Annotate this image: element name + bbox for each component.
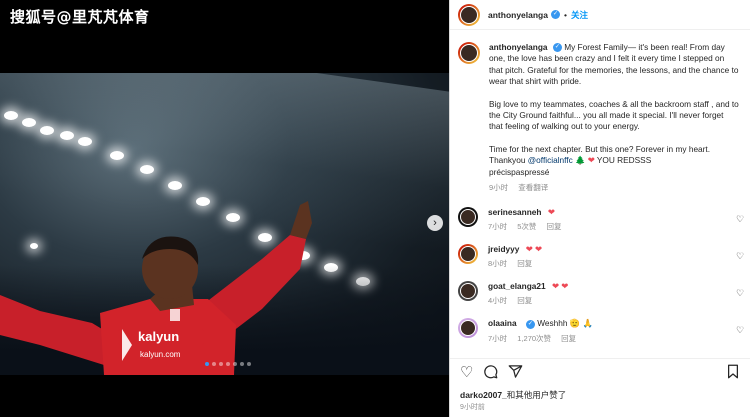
- post-photo: kalyun kalyun.com: [0, 73, 450, 375]
- caption-paragraph-1: anthonyelanga ✓ My Forest Family— it's b…: [489, 42, 739, 88]
- caption-paragraph-3-line-1: Time for the next chapter. But this one?…: [489, 143, 711, 154]
- comment-item: olaaina ✓ Weshhh 🫡 🙏 7小时 1,270次赞 回复 ♡: [450, 318, 750, 344]
- comment-text: ❤ ❤: [551, 281, 569, 292]
- caption-paragraph-3-line-3: précispaspressé: [489, 166, 550, 177]
- header-username[interactable]: anthonyelanga: [488, 10, 548, 20]
- comment-time: 7小时: [488, 334, 508, 344]
- header-separator: •: [563, 9, 567, 20]
- heart-icon[interactable]: ♡: [460, 365, 473, 380]
- caption-paragraph-2: Big love to my teammates, coaches & all …: [489, 98, 739, 132]
- reply-button[interactable]: 回复: [517, 296, 532, 305]
- chevron-right-icon: ›: [433, 217, 437, 229]
- avatar[interactable]: [458, 207, 478, 228]
- follow-button[interactable]: 关注: [571, 9, 588, 21]
- likes-summary: darko2007_和其他用户赞了: [460, 389, 566, 401]
- bookmark-icon[interactable]: [726, 364, 740, 382]
- carousel-dot: [205, 362, 209, 366]
- caption-meta: 9小时 查看翻译: [489, 182, 739, 193]
- post-side-panel: anthonyelanga ✓ • 关注 anthonyelanga ✓ My …: [450, 0, 750, 417]
- heart-icon[interactable]: ♡: [736, 214, 745, 224]
- comment-time: 8小时: [488, 259, 508, 269]
- avatar[interactable]: [458, 281, 478, 302]
- comment-time: 7小时: [488, 222, 508, 232]
- comment-likes[interactable]: 5次赞: [517, 222, 536, 231]
- avatar[interactable]: [458, 318, 478, 339]
- comment-username[interactable]: goat_elanga21: [488, 281, 546, 291]
- reply-button[interactable]: 回复: [561, 334, 576, 343]
- avatar[interactable]: [458, 244, 478, 265]
- comment-text: ❤: [547, 207, 555, 218]
- reply-button[interactable]: 回复: [517, 259, 532, 268]
- caption-tail: YOU REDSSS: [596, 155, 652, 166]
- see-translation-link[interactable]: 查看翻译: [518, 183, 548, 192]
- next-image-button[interactable]: ›: [427, 215, 443, 231]
- carousel-dot: [226, 362, 230, 366]
- media-panel: 搜狐号@里芃芃体育 kalyun kalyun.com ›: [0, 0, 450, 417]
- caption-thanks: Thankyou: [489, 155, 526, 166]
- caption-time: 9小时: [489, 183, 509, 193]
- caption-paragraph-3-line-2: Thankyou @officialnffc 🌲 ❤ YOU REDSSS: [489, 155, 739, 166]
- comment-icon[interactable]: [483, 364, 498, 382]
- carousel-dot: [233, 362, 237, 366]
- comment-text: Weshhh 🫡 🙏: [537, 318, 593, 329]
- mention-link[interactable]: @officialnffc: [528, 155, 573, 165]
- comment-item: serinesanneh ❤ 7小时 5次赞 回复 ♡: [450, 207, 750, 232]
- comment-username[interactable]: jreidyyy: [488, 244, 519, 254]
- comment-username[interactable]: olaaina: [488, 318, 517, 328]
- verified-badge-icon: ✓: [550, 10, 560, 19]
- post-header: anthonyelanga ✓ • 关注: [450, 0, 750, 30]
- verified-badge-icon: ✓: [552, 43, 562, 53]
- share-icon[interactable]: [508, 364, 523, 382]
- post-time: 9小时前: [460, 404, 485, 411]
- post-caption: anthonyelanga ✓ My Forest Family— it's b…: [450, 30, 750, 193]
- tree-heart-emoji: 🌲 ❤: [575, 155, 595, 166]
- comment-time: 4小时: [488, 296, 508, 306]
- comment-username[interactable]: serinesanneh: [488, 207, 542, 217]
- carousel-dot: [240, 362, 244, 366]
- carousel-dots: [205, 362, 251, 366]
- carousel-dot: [212, 362, 216, 366]
- comment-item: jreidyyy ❤ ❤ 8小时 回复 ♡: [450, 244, 750, 269]
- watermark: 搜狐号@里芃芃体育: [10, 8, 150, 26]
- reply-button[interactable]: 回复: [547, 222, 562, 231]
- action-bar: ♡: [450, 358, 750, 386]
- comment-likes[interactable]: 1,270次赞: [517, 334, 551, 343]
- heart-icon[interactable]: ♡: [736, 288, 745, 298]
- comment-text: ❤ ❤: [525, 244, 542, 255]
- player-figure: kalyun kalyun.com: [0, 201, 312, 375]
- comment-item: goat_elanga21 ❤ ❤ 4小时 回复 ♡: [450, 281, 750, 306]
- liked-by-username[interactable]: darko2007_: [460, 390, 507, 400]
- svg-text:kalyun.com: kalyun.com: [140, 350, 181, 359]
- caption-username[interactable]: anthonyelanga: [489, 42, 548, 52]
- comments-section[interactable]: anthonyelanga ✓ My Forest Family— it's b…: [450, 30, 750, 358]
- likes-text[interactable]: 和其他用户赞了: [507, 390, 567, 400]
- carousel-dot: [247, 362, 251, 366]
- avatar[interactable]: [458, 42, 480, 64]
- heart-icon[interactable]: ♡: [736, 325, 745, 335]
- svg-text:kalyun: kalyun: [138, 329, 179, 344]
- heart-icon[interactable]: ♡: [736, 251, 745, 261]
- carousel-dot: [219, 362, 223, 366]
- verified-badge-icon: ✓: [525, 319, 535, 329]
- avatar[interactable]: [458, 3, 480, 26]
